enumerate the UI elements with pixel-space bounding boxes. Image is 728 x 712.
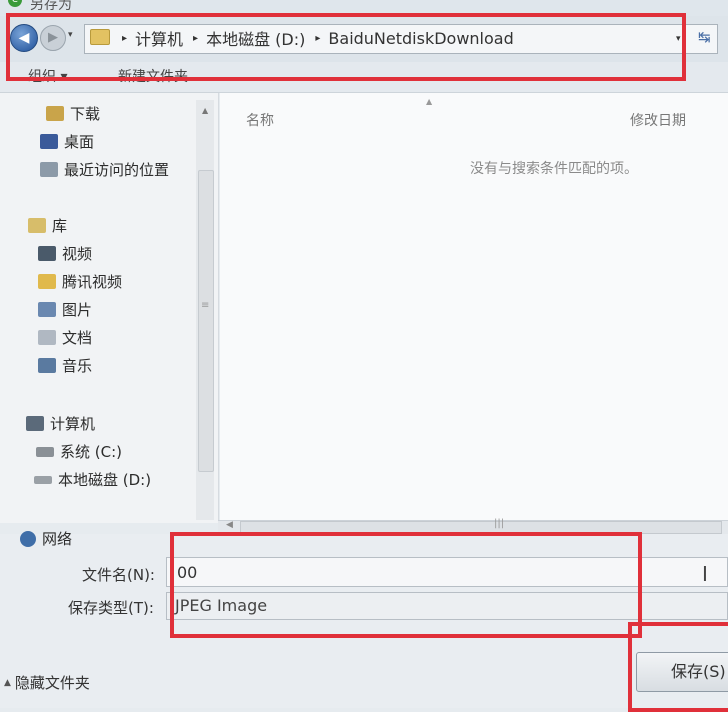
nav-item-label: 最近访问的位置 <box>64 161 170 179</box>
pictures-library-icon <box>38 302 56 317</box>
nav-item-label: 文档 <box>62 329 93 347</box>
nav-item-pictures[interactable]: 图片 <box>38 299 92 320</box>
nav-item-label: 音乐 <box>62 357 93 375</box>
highlight-box-form <box>170 532 642 638</box>
filetype-label: 保存类型(T): <box>68 599 154 617</box>
nav-item-music[interactable]: 音乐 <box>38 355 92 376</box>
nav-item-network[interactable]: 网络 <box>20 528 72 549</box>
nav-item-label: 桌面 <box>64 133 95 151</box>
empty-message: 没有与搜索条件匹配的项。 <box>470 161 638 177</box>
scroll-left-icon[interactable]: ◀ <box>226 520 233 530</box>
drive-d-icon <box>34 475 52 484</box>
filename-label: 文件名(N): <box>82 566 155 584</box>
nav-item-documents[interactable]: 文档 <box>38 327 92 348</box>
computer-icon <box>26 416 44 431</box>
nav-item-label: 图片 <box>62 301 93 319</box>
sort-indicator-icon: ▲ <box>426 97 433 106</box>
nav-item-drive-d[interactable]: 本地磁盘 (D:) <box>34 469 151 490</box>
libraries-icon <box>28 218 46 233</box>
nav-item-computer[interactable]: 计算机 <box>26 413 95 434</box>
nav-item-libraries[interactable]: 库 <box>28 215 67 236</box>
network-icon <box>20 530 36 547</box>
nav-item-label: 系统 (C:) <box>60 443 122 461</box>
nav-item-recent-places[interactable]: 最近访问的位置 <box>40 159 169 180</box>
text-cursor-icon: I <box>702 562 708 586</box>
nav-item-desktop[interactable]: 桌面 <box>40 131 94 152</box>
nav-item-tencent-video[interactable]: 腾讯视频 <box>38 271 122 292</box>
window-title: 另存为 <box>30 0 72 13</box>
column-header-name[interactable]: 名称 <box>246 110 274 130</box>
nav-item-label: 下载 <box>70 105 101 123</box>
nav-item-label: 视频 <box>62 245 93 263</box>
highlight-box-save <box>628 622 728 712</box>
desktop-icon <box>40 134 58 149</box>
refresh-icon[interactable]: ↹ <box>698 28 711 46</box>
nav-item-label: 计算机 <box>50 415 96 433</box>
video-library-icon <box>38 246 56 261</box>
scroll-grip-icon: ||| <box>494 518 505 529</box>
drive-c-icon <box>36 446 54 457</box>
download-folder-icon <box>46 106 64 121</box>
nav-item-videos[interactable]: 视频 <box>38 243 92 264</box>
scroll-grip-icon: ≡ <box>201 300 210 311</box>
nav-item-label: 库 <box>52 217 68 235</box>
nav-item-downloads[interactable]: 下载 <box>46 103 100 124</box>
recent-places-icon <box>40 162 58 177</box>
folder-icon <box>38 274 56 289</box>
highlight-box-address <box>6 13 686 81</box>
collapse-icon: ▲ <box>4 677 11 688</box>
column-header-date[interactable]: 修改日期 <box>630 110 686 130</box>
documents-library-icon <box>38 330 56 345</box>
music-library-icon <box>38 358 56 373</box>
scroll-up-icon[interactable]: ▲ <box>202 106 208 115</box>
nav-item-label: 本地磁盘 (D:) <box>58 471 152 489</box>
hide-folders-toggle[interactable]: ▲ 隐藏文件夹 <box>4 672 90 693</box>
nav-scrollbar-thumb[interactable] <box>198 170 214 472</box>
hide-folders-label: 隐藏文件夹 <box>14 674 90 692</box>
nav-item-label: 腾讯视频 <box>62 273 123 291</box>
nav-item-drive-c[interactable]: 系统 (C:) <box>36 441 122 462</box>
nav-item-label: 网络 <box>42 530 73 548</box>
